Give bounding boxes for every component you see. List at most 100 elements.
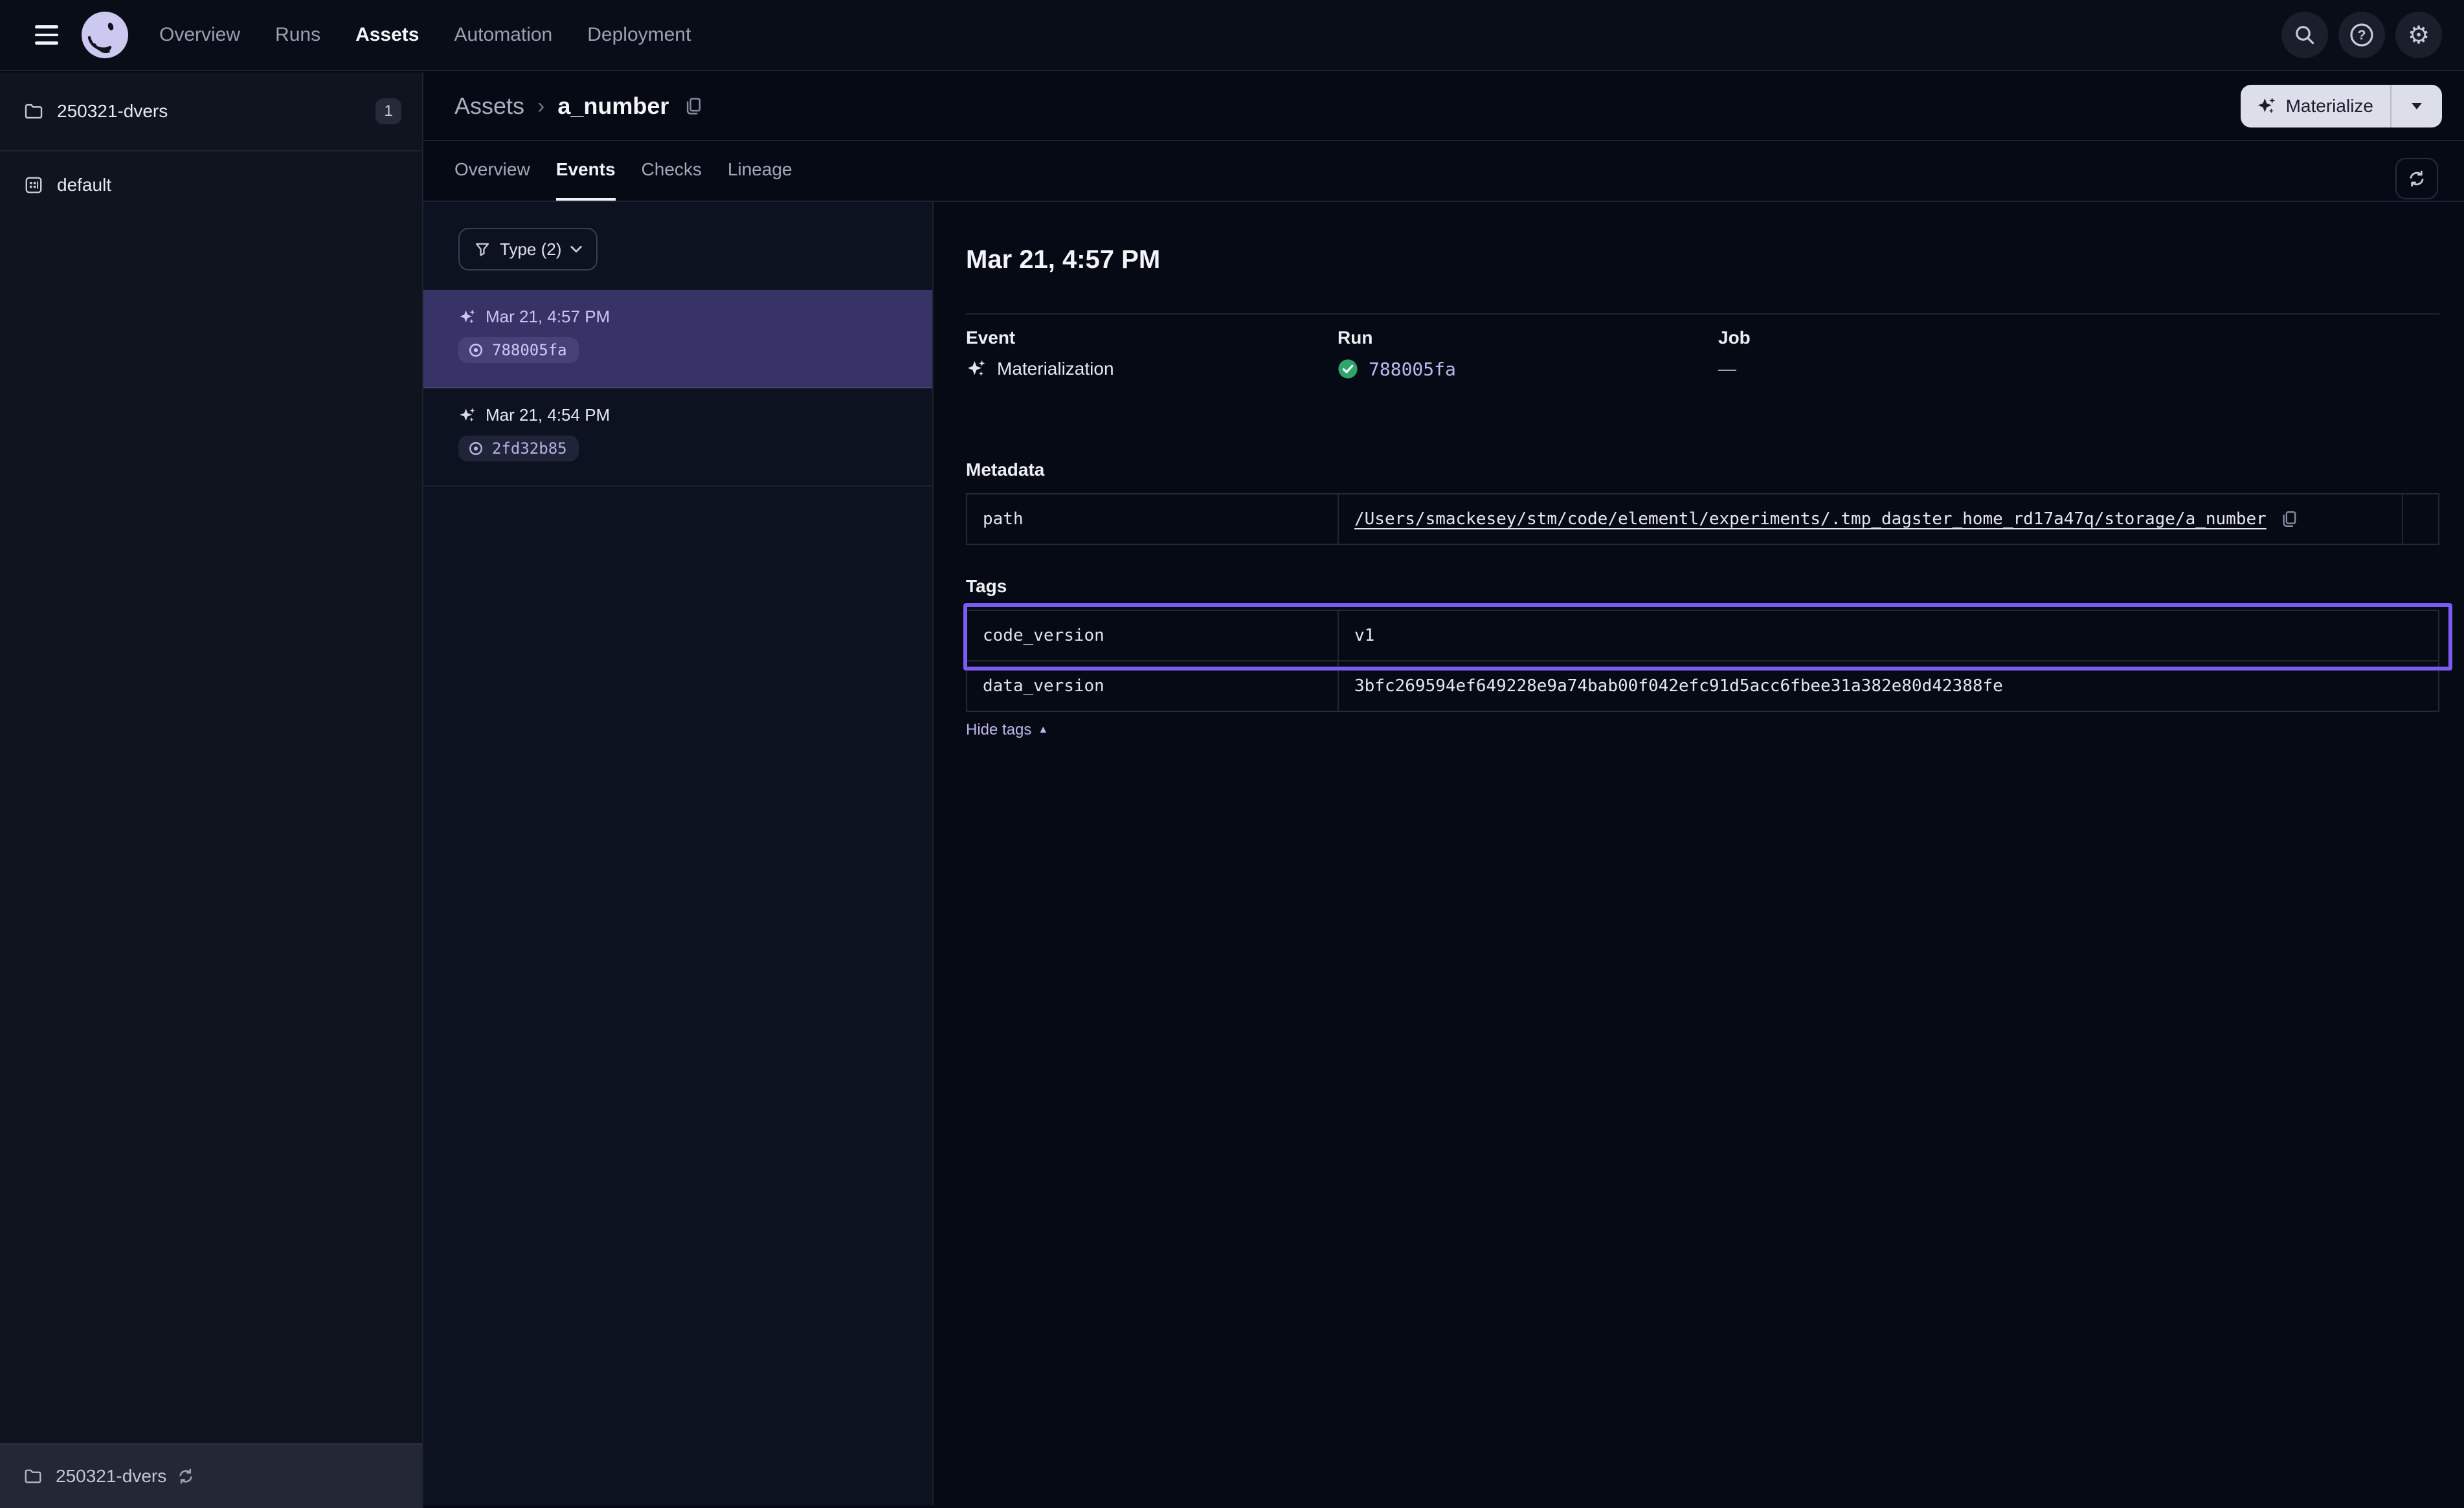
svg-text:?: ? [2358,28,2366,43]
hide-tags-link[interactable]: Hide tags ▲ [966,721,1048,739]
chevron-down-icon [2410,101,2423,111]
folder-icon [23,1467,43,1486]
job-column: Job — [1718,327,2439,381]
sidebar-item-group-default[interactable]: default [0,151,422,219]
event-list-item[interactable]: Mar 21, 4:54 PM 2fd32b85 [423,388,932,487]
filter-funnel-icon [474,241,491,258]
nav-items: Overview Runs Assets Automation Deployme… [159,24,691,46]
tag-key: data_version [967,661,1339,711]
breadcrumb-assets-link[interactable]: Assets [454,93,524,120]
run-target-icon [467,342,484,359]
event-list-item[interactable]: Mar 21, 4:57 PM 788005fa [423,290,932,388]
settings-button[interactable]: ⚙ [2395,12,2442,58]
top-icons: ? ⚙ [2281,12,2442,58]
event-timestamp: Mar 21, 4:54 PM [486,405,610,425]
search-button[interactable] [2281,12,2328,58]
nav-item-overview[interactable]: Overview [159,24,240,46]
event-type-value: Materialization [997,359,1114,379]
event-run-id: 788005fa [492,341,567,359]
table-row: path /Users/smackesey/stm/code/elementl/… [967,494,2438,544]
sidebar-location-label: 250321-dvers [57,101,168,122]
nav-item-automation[interactable]: Automation [454,24,552,46]
sparkle-materialization-icon [458,406,476,425]
nav-item-deployment[interactable]: Deployment [587,24,691,46]
check-circle-icon [1338,359,1358,379]
run-column-label: Run [1338,327,1718,348]
dagster-logo[interactable] [82,12,128,58]
table-end-cell [2402,494,2438,544]
asset-header: Assets › a_number Materialize [423,72,2464,141]
materialize-dropdown-button[interactable] [2391,85,2442,128]
nav-item-runs[interactable]: Runs [275,24,320,46]
divider [966,313,2439,315]
metadata-table: path /Users/smackesey/stm/code/elementl/… [966,493,2439,545]
metadata-path-link[interactable]: /Users/smackesey/stm/code/elementl/exper… [1354,509,2267,529]
sparkle-materialization-icon [2256,96,2277,116]
event-run-badge[interactable]: 788005fa [458,337,579,363]
tab-lineage[interactable]: Lineage [728,141,792,201]
search-icon [2293,23,2316,47]
metadata-key: path [967,494,1339,544]
page-title-asset-name: a_number [557,93,669,120]
tag-key: code_version [967,611,1339,660]
type-filter-button[interactable]: Type (2) [458,228,598,271]
sidebar-footer-code-location[interactable]: 250321-dvers [0,1443,422,1508]
asset-tabs: Overview Events Checks Lineage [423,141,2464,202]
run-target-icon [467,440,484,457]
sidebar-item-code-location[interactable]: 250321-dvers 1 [0,72,422,151]
table-row-code-version: code_version v1 [967,611,2438,660]
job-value: — [1718,359,1736,379]
run-column: Run 788005fa [1338,327,1718,381]
event-column-label: Event [966,327,1338,348]
tags-heading: Tags [966,576,2439,597]
nav-item-assets[interactable]: Assets [355,24,419,46]
copy-icon [683,96,704,116]
folder-icon [23,101,44,122]
refresh-sync-icon [2407,169,2426,188]
top-nav: Overview Runs Assets Automation Deployme… [0,0,2464,71]
gear-icon: ⚙ [2408,23,2430,47]
run-id-link[interactable]: 788005fa [1369,359,1456,380]
event-detail-title: Mar 21, 4:57 PM [966,246,2439,273]
chevron-down-icon [570,245,582,253]
breadcrumb-separator: › [524,94,557,119]
type-filter-label: Type (2) [500,239,561,260]
tab-overview[interactable]: Overview [454,141,530,201]
event-timestamp: Mar 21, 4:57 PM [486,307,610,327]
tag-value: v1 [1339,611,2438,660]
asset-view: Assets › a_number Materialize Overview E… [423,72,2464,1508]
materialize-button-main[interactable]: Materialize [2241,85,2390,128]
events-list-panel: Type (2) Mar 21, 4:57 PM 788005fa [423,202,934,1505]
help-button[interactable]: ? [2338,12,2385,58]
event-run-id: 2fd32b85 [492,439,567,458]
sidebar: 250321-dvers 1 default 250321-dvers [0,72,423,1508]
asset-group-icon [23,175,44,195]
table-row-data-version: data_version 3bfc269594ef649228e9a74bab0… [967,660,2438,711]
tab-checks[interactable]: Checks [642,141,702,201]
event-detail-pane: Mar 21, 4:57 PM Event Materialization Ru… [934,202,2464,1505]
sidebar-group-label: default [57,175,111,195]
copy-asset-name-button[interactable] [683,96,704,116]
metadata-heading: Metadata [966,460,2439,480]
sparkle-materialization-icon [458,308,476,326]
copy-path-button[interactable] [2279,509,2299,529]
refresh-sync-icon[interactable] [177,1467,195,1485]
hide-tags-label: Hide tags [966,721,1031,739]
materialize-button[interactable]: Materialize [2241,85,2442,128]
tab-events[interactable]: Events [556,141,616,201]
sidebar-footer-label: 250321-dvers [56,1466,166,1487]
job-column-label: Job [1718,327,2439,348]
event-column: Event Materialization [966,327,1338,381]
tag-value: 3bfc269594ef649228e9a74bab00f042efc91d5a… [1339,661,2438,711]
copy-icon [2279,509,2299,529]
asset-body: Type (2) Mar 21, 4:57 PM 788005fa [423,202,2464,1505]
tags-table: code_version v1 data_version 3bfc269594e… [966,610,2439,712]
caret-up-icon: ▲ [1038,725,1048,735]
hamburger-menu-icon[interactable] [35,25,58,45]
materialize-button-label: Materialize [2286,96,2373,116]
event-run-badge[interactable]: 2fd32b85 [458,436,579,461]
refresh-button[interactable] [2395,158,2438,199]
help-icon: ? [2349,22,2375,48]
event-summary-columns: Event Materialization Run 788005fa [966,327,2439,381]
sparkle-materialization-icon [966,359,987,379]
